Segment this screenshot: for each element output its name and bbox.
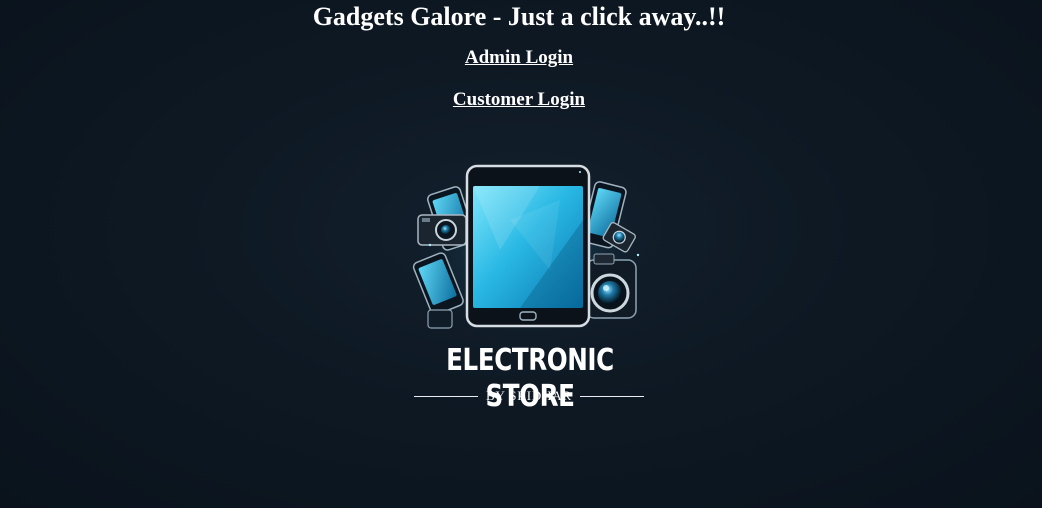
customer-login-item: Customer Login: [0, 89, 1038, 111]
page-title: Gadgets Galore - Just a click away..!!: [312, 2, 726, 31]
admin-login-item: Admin Login: [0, 47, 1038, 69]
camera-icon: [585, 253, 637, 319]
byline-text: BY SRIDHAR: [486, 388, 572, 403]
tablet-icon: [465, 164, 591, 328]
store-byline: BY SRIDHAR: [414, 387, 644, 405]
admin-login-link[interactable]: Admin Login: [465, 47, 573, 68]
divider: [579, 395, 644, 397]
divider: [414, 395, 479, 397]
customer-login-link[interactable]: Customer Login: [453, 89, 585, 110]
camera-icon: [417, 214, 467, 246]
